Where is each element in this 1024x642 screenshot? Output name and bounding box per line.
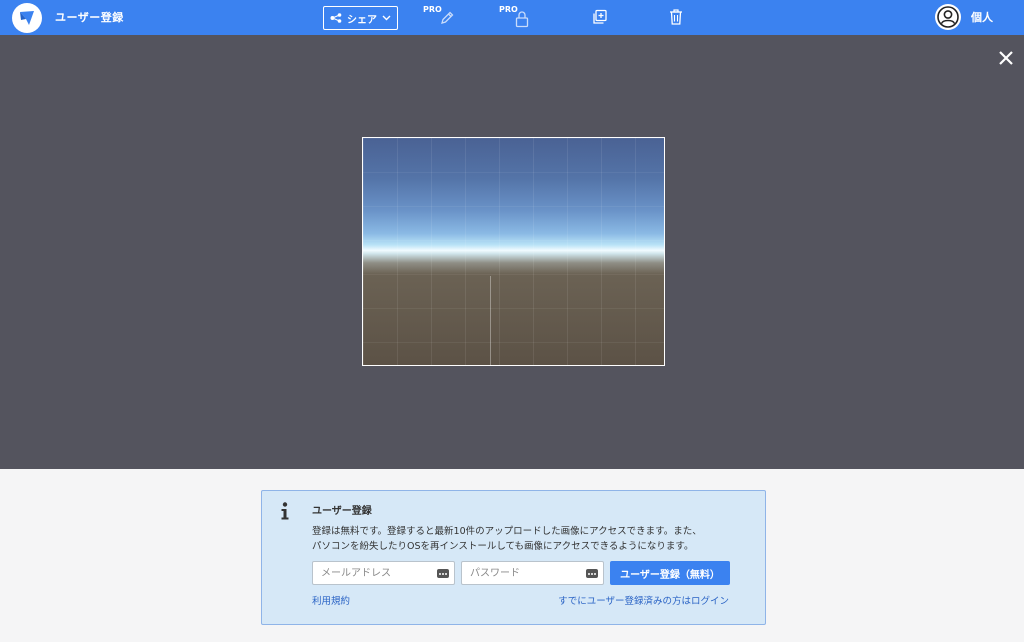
user-name: 個人 <box>971 11 993 24</box>
share-label: シェア <box>347 14 377 26</box>
email-field[interactable] <box>312 561 455 585</box>
register-description-line: パソコンを紛失したりOSを再インストールしても画像にアクセスできるようになります… <box>312 541 694 552</box>
share-icon <box>330 13 342 23</box>
register-submit-button[interactable]: ユーザー登録（無料） <box>610 561 730 585</box>
image-viewer <box>0 35 1024 469</box>
password-input[interactable] <box>462 562 603 584</box>
user-menu[interactable]: 個人 <box>935 4 993 30</box>
password-field[interactable] <box>461 561 604 585</box>
autofill-icon <box>437 569 449 578</box>
register-description: 登録は無料です。登録すると最新10件のアップロードした画像にアクセスできます。ま… <box>312 524 752 554</box>
image-grid <box>363 138 664 365</box>
share-button[interactable]: シェア <box>323 6 398 30</box>
duplicate-button[interactable] <box>591 4 621 32</box>
top-bar: ユーザー登録 シェア PRO PRO 個人 <box>0 0 1024 35</box>
lock-pro-button[interactable]: PRO <box>499 4 529 32</box>
app-logo-icon[interactable] <box>12 3 42 33</box>
autofill-icon <box>586 569 598 578</box>
trash-icon <box>670 9 682 25</box>
chevron-down-icon <box>382 15 391 21</box>
terms-link[interactable]: 利用規約 <box>312 593 350 607</box>
lock-icon <box>515 11 529 28</box>
info-icon <box>281 502 289 520</box>
edit-pro-button[interactable]: PRO <box>423 4 454 32</box>
register-title: ユーザー登録 <box>312 506 372 517</box>
page-title: ユーザー登録 <box>55 11 124 24</box>
login-link[interactable]: すでにユーザー登録済みの方はログイン <box>558 593 729 607</box>
register-card: ユーザー登録 登録は無料です。登録すると最新10件のアップロードした画像にアクセ… <box>261 490 766 625</box>
user-avatar-icon <box>935 4 961 30</box>
uploaded-image <box>362 137 665 366</box>
pencil-icon <box>441 11 454 24</box>
email-input[interactable] <box>313 562 454 584</box>
close-icon[interactable] <box>996 48 1016 68</box>
duplicate-icon <box>593 9 607 24</box>
delete-button[interactable] <box>668 4 698 32</box>
register-description-line: 登録は無料です。登録すると最新10件のアップロードした画像にアクセスできます。ま… <box>312 526 702 537</box>
image-line <box>490 276 491 365</box>
